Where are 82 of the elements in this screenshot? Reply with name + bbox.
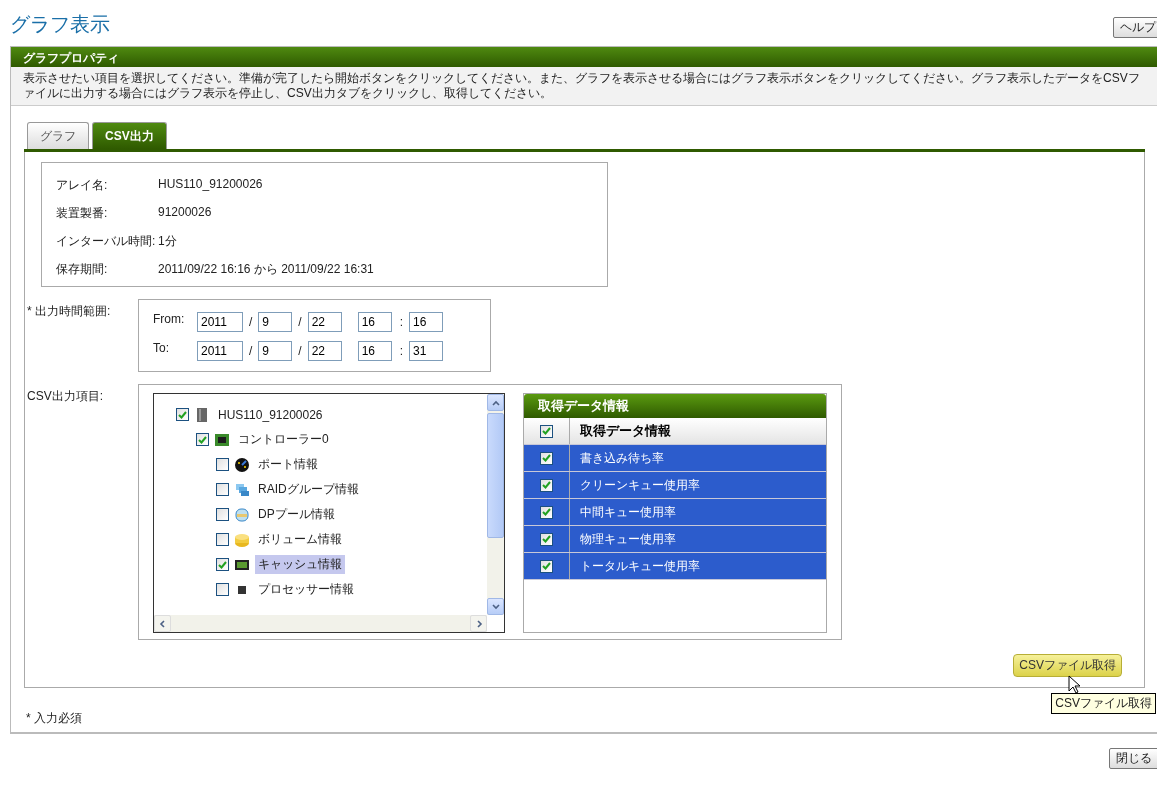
minute-field[interactable]: 16 (409, 312, 444, 332)
checkbox[interactable] (196, 433, 209, 446)
checkbox[interactable] (540, 559, 553, 573)
gauge-icon (234, 456, 250, 473)
separator: / (298, 344, 302, 358)
row-label: From: (153, 312, 186, 326)
checkbox[interactable] (176, 408, 189, 421)
separator: / (249, 344, 253, 358)
year-field[interactable]: 2011 (197, 312, 243, 332)
day-field[interactable]: 22 (307, 341, 342, 361)
tree-item[interactable]: HUS110_91200026 (215, 406, 326, 423)
page-title: グラフ表示 (10, 12, 110, 37)
table-row[interactable]: トータルキュー使用率 (524, 553, 826, 580)
separator: / (298, 315, 302, 329)
field-label: CSV出力項目: (27, 388, 104, 405)
info-label: インターバル時間: (56, 233, 157, 250)
checkbox[interactable] (216, 583, 229, 596)
help-button[interactable]: ヘルプ (1113, 17, 1157, 38)
tab[interactable]: CSV出力 (92, 122, 167, 149)
checkbox[interactable] (216, 558, 229, 571)
info-label: アレイ名: (56, 177, 109, 194)
column-header: 取得データ情報 (579, 422, 671, 440)
hour-field[interactable]: 16 (357, 341, 392, 361)
tooltip: CSVファイル取得 (1051, 693, 1156, 714)
day-field[interactable]: 22 (307, 312, 342, 332)
month-field[interactable]: 9 (258, 341, 293, 361)
info-value: 2011/09/22 16:16 から 2011/09/22 16:31 (158, 261, 375, 278)
table-row[interactable]: 中間キュー使用率 (524, 499, 826, 526)
minute-field[interactable]: 31 (409, 341, 444, 361)
month-field[interactable]: 9 (258, 312, 293, 332)
checkbox[interactable] (540, 451, 553, 465)
close-button[interactable]: 閉じる (1109, 748, 1157, 769)
vertical-scrollbar[interactable] (487, 394, 504, 615)
checkbox[interactable] (216, 533, 229, 546)
table-title: 取得データ情報 (524, 394, 826, 418)
info-value: HUS110_91200026 (158, 177, 264, 193)
table-cell-text: トータルキュー使用率 (579, 557, 700, 575)
separator: : (399, 315, 404, 329)
horizontal-scrollbar[interactable] (154, 615, 487, 632)
info-value: 91200026 (158, 205, 213, 221)
description-text: 表示させたい項目を選択してください。準備が完了したら開始ボタンをクリックしてください。また、グラフを表示させる場合にはグラフ表示ボタンをクリックしてください。グラフ表示したデータをCSVファイルに出力する場合にはグラフ表示を停止し、CSV出力タブをクリックし、取得してください。 (11, 67, 1157, 106)
info-value: 1分 (158, 233, 178, 250)
tree-item[interactable]: DPプール情報 (255, 505, 338, 524)
info-label: 保存期間: (56, 261, 109, 278)
database-icon (234, 531, 250, 548)
checkbox[interactable] (540, 424, 553, 438)
table-cell-text: クリーンキュー使用率 (579, 476, 700, 494)
table-cell-text: 物理キュー使用率 (579, 530, 676, 548)
tree-item[interactable]: ポート情報 (255, 455, 321, 474)
table-row[interactable]: 物理キュー使用率 (524, 526, 826, 553)
table-cell-text: 書き込み待ち率 (579, 449, 664, 467)
tree-item[interactable]: プロセッサー情報 (255, 580, 357, 599)
tree-item[interactable]: ボリューム情報 (255, 530, 345, 549)
year-field[interactable]: 2011 (197, 341, 243, 361)
table-cell-text: 中間キュー使用率 (579, 503, 676, 521)
tree-item[interactable]: コントローラー0 (235, 430, 332, 449)
table-row[interactable]: クリーンキュー使用率 (524, 472, 826, 499)
field-label: * 出力時間範囲: (27, 303, 112, 320)
row-label: To: (153, 341, 170, 355)
info-label: 装置製番: (56, 205, 109, 222)
circuit-board-icon (214, 431, 230, 448)
checkbox[interactable] (540, 505, 553, 519)
table-row[interactable]: 書き込み待ち率 (524, 445, 826, 472)
chevron-down-icon (490, 601, 501, 612)
cylinder-icon (234, 506, 250, 523)
server-icon (194, 406, 210, 423)
checkbox[interactable] (540, 478, 553, 492)
mouse-cursor-icon (1068, 675, 1082, 695)
stacked-disks-icon (234, 481, 250, 498)
tree-item[interactable]: キャッシュ情報 (255, 555, 345, 574)
checkbox[interactable] (216, 508, 229, 521)
tree-item[interactable]: RAIDグループ情報 (255, 480, 362, 499)
chevron-left-icon (157, 618, 168, 629)
separator: : (399, 344, 404, 358)
csv-download-button[interactable]: CSVファイル取得 (1013, 654, 1122, 677)
checkbox[interactable] (216, 483, 229, 496)
checkbox[interactable] (216, 458, 229, 471)
panel-header: グラフプロパティ (11, 47, 1157, 67)
checkbox[interactable] (540, 532, 553, 546)
hour-field[interactable]: 16 (357, 312, 392, 332)
tab[interactable]: グラフ (27, 122, 89, 149)
separator: / (249, 315, 253, 329)
